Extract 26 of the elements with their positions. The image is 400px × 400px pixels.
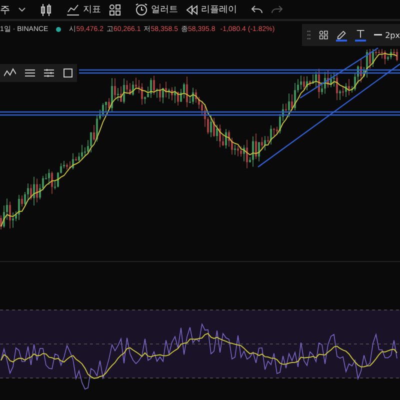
frame-icon[interactable]	[63, 68, 73, 78]
horizontal-line[interactable]	[78, 69, 400, 74]
pencil-icon[interactable]	[336, 28, 347, 42]
candlestick-icon[interactable]	[40, 2, 52, 16]
alert-button[interactable]: 얼러트	[135, 3, 178, 16]
drag-handle-icon[interactable]	[307, 30, 311, 40]
grid-icon[interactable]	[318, 30, 328, 40]
trend-line[interactable]	[258, 64, 400, 168]
indicators-button[interactable]: 지표	[66, 3, 101, 16]
alarm-clock-icon	[135, 3, 148, 16]
market-status-icon	[56, 26, 62, 32]
rewind-icon	[186, 4, 198, 14]
undo-icon[interactable]	[251, 4, 263, 14]
trend-line[interactable]	[300, 48, 378, 98]
replay-button[interactable]: 리플레이	[186, 3, 237, 16]
caret-icon[interactable]	[18, 6, 26, 12]
grid-icon[interactable]	[109, 4, 121, 16]
line-chart-icon	[66, 4, 80, 16]
interval-label[interactable]: 주	[0, 2, 10, 16]
sliders-icon[interactable]	[25, 68, 35, 78]
redo-icon[interactable]	[271, 4, 283, 14]
text-color-icon[interactable]	[355, 28, 366, 42]
horizontal-line[interactable]	[0, 111, 400, 116]
sliders-icon[interactable]	[44, 68, 54, 78]
wave-icon[interactable]	[4, 68, 16, 78]
line-width-button[interactable]: 2px	[374, 30, 400, 40]
